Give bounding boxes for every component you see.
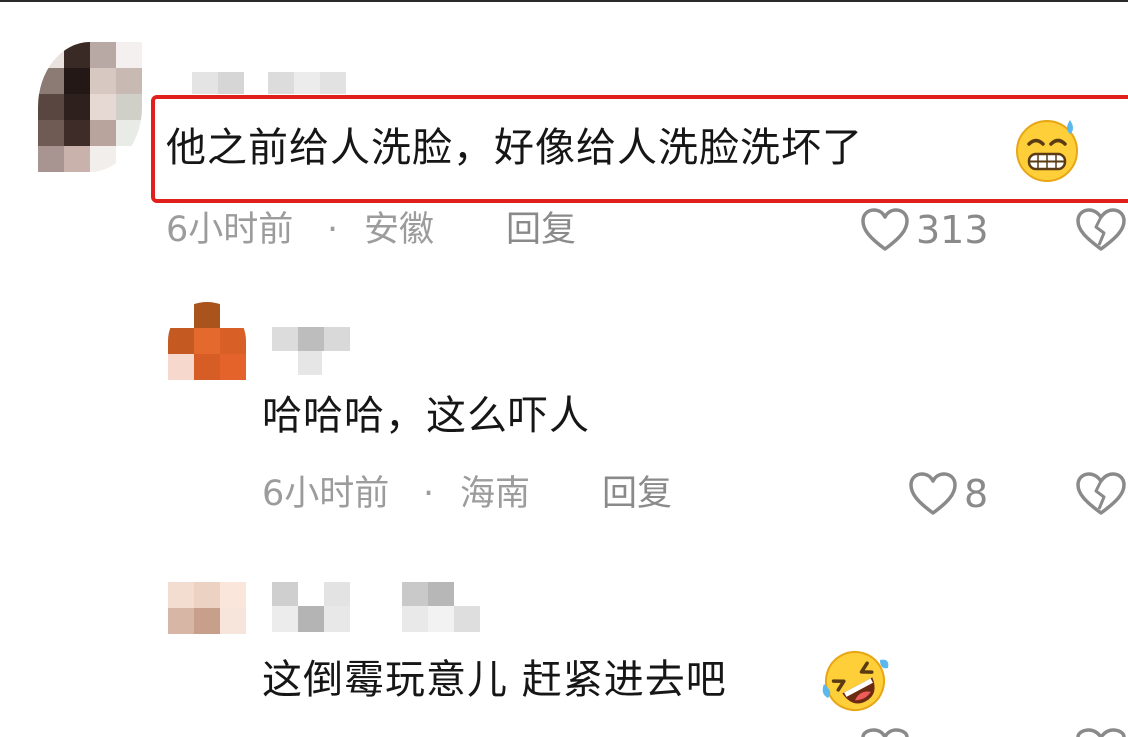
comment-location: 安徽 <box>364 210 435 250</box>
like-button[interactable]: 313 <box>860 207 989 253</box>
username-blurred-row2 <box>272 606 480 632</box>
username-blurred[interactable] <box>272 327 350 351</box>
dislike-broken-heart-icon[interactable] <box>1074 207 1128 253</box>
dislike-broken-heart-icon[interactable] <box>1074 471 1128 517</box>
avatar[interactable] <box>168 302 246 380</box>
comment-time: 6小时前 <box>166 210 294 250</box>
top-divider <box>0 0 1128 2</box>
reply-button[interactable]: 回复 <box>506 210 576 250</box>
username-blurred[interactable] <box>192 72 346 94</box>
reply-button[interactable]: 回复 <box>602 474 672 514</box>
username-blurred[interactable] <box>272 582 480 606</box>
grimacing-sweat-face-icon <box>1016 120 1078 182</box>
comment-time: 6小时前 <box>262 474 390 514</box>
meta-dot: · <box>423 474 435 514</box>
comment-text: 他之前给人洗脸，好像给人洗脸洗坏了 <box>166 125 863 171</box>
avatar[interactable] <box>168 582 246 634</box>
heart-icon-partial <box>861 728 909 737</box>
username-blurred-tail <box>298 351 322 375</box>
like-count: 8 <box>964 472 989 516</box>
heart-icon <box>861 208 909 251</box>
comment-location: 海南 <box>460 474 531 514</box>
like-button[interactable]: 8 <box>908 471 988 517</box>
dislike-icon-partial <box>1076 728 1126 737</box>
heart-icon <box>909 472 957 515</box>
like-count: 313 <box>916 208 989 252</box>
rolling-laughing-face-icon <box>822 651 889 711</box>
comment-text: 哈哈哈，这么吓人 <box>262 393 590 439</box>
meta-dot: · <box>327 210 339 250</box>
avatar[interactable] <box>38 42 142 172</box>
comment-text: 这倒霉玩意儿 赶紧进去吧 <box>262 657 727 703</box>
